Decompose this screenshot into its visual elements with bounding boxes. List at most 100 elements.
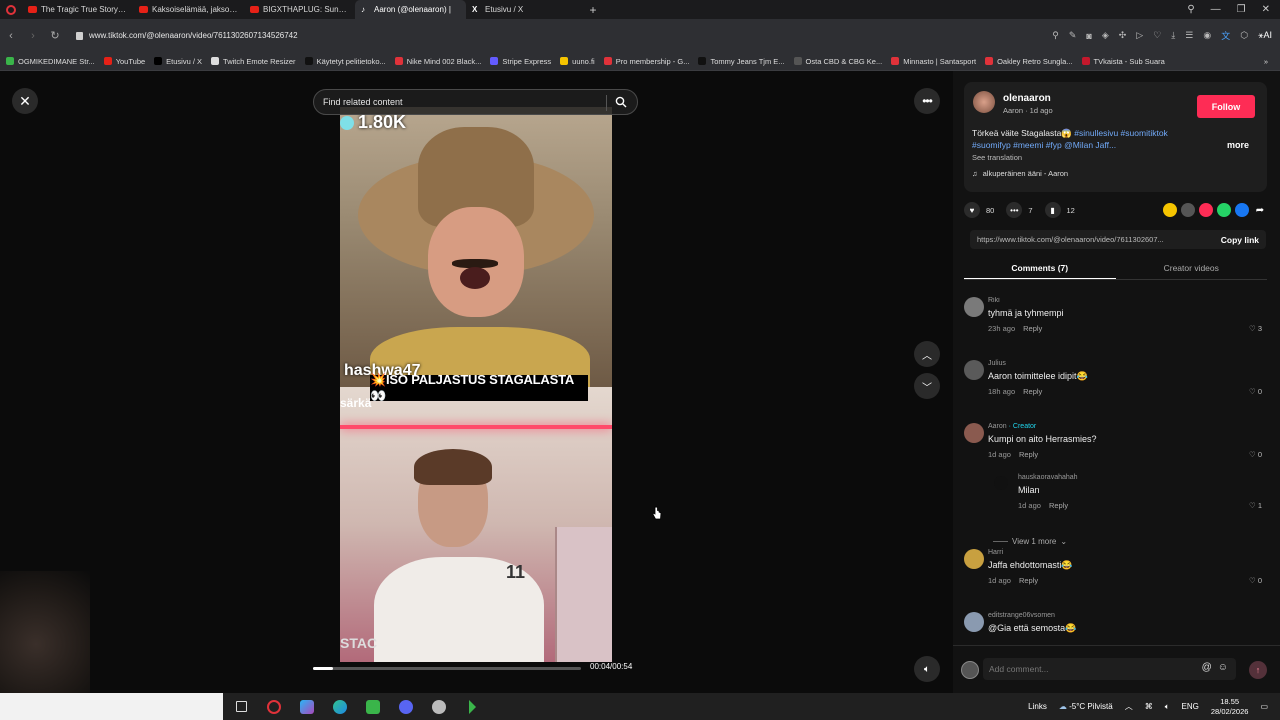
opera-logo-icon[interactable] [0,0,22,19]
camera-icon[interactable]: ◙ [1086,31,1091,41]
bookmark-item[interactable]: Etusivu / X [154,57,202,66]
music-link[interactable]: ♫ alkuperäinen ääni - Aaron [972,169,1068,178]
bookmarks-overflow-icon[interactable]: » [1264,57,1280,66]
bookmark-item[interactable]: OGMIKEDIMANE Str... [6,57,95,66]
comment-like-button[interactable]: ♡ 0 [1249,450,1262,459]
heart-icon[interactable]: ♡ [1153,30,1161,41]
comment-input[interactable]: Add comment... @ ☺ [983,658,1236,680]
minimize-button[interactable]: — [1211,4,1221,15]
avatar[interactable] [964,612,984,632]
search-icon[interactable] [615,96,627,108]
comment-username[interactable]: hauskaoravahahah [1018,474,1078,481]
bookmark-item[interactable]: Pro membership - G... [603,57,689,66]
share-option-icon[interactable] [1163,203,1177,217]
forward-share-icon[interactable]: ➦ [1253,203,1267,217]
share-option-icon[interactable] [1235,203,1249,217]
bookmark-item[interactable]: Minnasto | Santasport [891,57,976,66]
reply-button[interactable]: Reply [1019,450,1038,459]
related-search-input[interactable]: Find related content [313,89,638,115]
view-more-replies[interactable]: View 1 more ⌄ [993,537,1067,546]
reply-button[interactable]: Reply [1023,324,1042,333]
forward-button[interactable]: › [22,30,44,42]
share-option-icon[interactable] [1181,203,1195,217]
bookmark-item[interactable]: Twitch Emote Resizer [211,57,296,66]
comment-username[interactable]: editstrange06vsomen [988,612,1055,619]
comment-like-button[interactable]: ♡ 3 [1249,324,1262,333]
reply-button[interactable]: Reply [1023,387,1042,396]
discord-taskbar-icon[interactable] [394,693,418,720]
menu-icon[interactable]: ☰ [1185,30,1193,41]
search-icon[interactable]: ⚲ [1052,30,1059,41]
tab-youtube-1[interactable]: The Tragic True Story of Ju [22,0,133,19]
avatar[interactable] [994,476,1008,490]
more-link[interactable]: more [1227,140,1249,150]
speaker-icon[interactable]: 🔈︎ [1165,702,1170,712]
tab-youtube-2[interactable]: Kaksoiselämää, jakso 4 - Ul [133,0,244,19]
tab-tiktok[interactable]: ♪ Aaron (@olenaaron) | [355,0,466,19]
comment-like-button[interactable]: ♡ 1 [1249,501,1262,510]
clock[interactable]: 18.55 28/02/2026 [1211,697,1249,717]
download-icon[interactable]: ⤓ [1171,30,1175,41]
notifications-icon[interactable]: ▭ [1260,702,1268,711]
settings-taskbar-icon[interactable] [427,693,451,720]
save-button[interactable]: ▮ 12 [1044,202,1075,218]
comment-username[interactable]: Harri [988,549,1003,556]
comment-like-button[interactable]: ♡ 0 [1249,387,1262,396]
links-toolbar[interactable]: Links [1028,702,1047,711]
emoji-icon[interactable]: ☺ [1218,662,1228,673]
avatar[interactable] [964,423,984,443]
avatar[interactable] [964,360,984,380]
tab-youtube-3[interactable]: BIGXTHAPLUG: Sundae C [244,0,355,19]
bookmark-item[interactable]: YouTube [103,57,145,66]
avatar[interactable] [964,297,984,317]
terminal-taskbar-icon[interactable] [460,693,484,720]
previous-video-button[interactable]: ︿ [914,341,940,367]
reply-button[interactable]: Reply [1019,576,1038,585]
like-button[interactable]: ♥ 80 [964,202,994,218]
maximize-button[interactable]: ❐ [1237,4,1246,15]
extensions-icon[interactable]: ✣ [1119,30,1127,41]
avatar[interactable] [973,91,995,113]
tab-x[interactable]: X Etusivu / X [466,0,577,19]
next-video-button[interactable]: ﹀ [914,373,940,399]
bookmark-item[interactable]: Käytetyt pelitietoko... [304,57,386,66]
avatar[interactable] [964,549,984,569]
weather-widget[interactable]: ☁ -5°C Pilvistä [1059,702,1113,711]
profile-icon[interactable]: ◉ [1203,30,1211,41]
close-video-button[interactable]: ✕ [12,88,38,114]
more-options-button[interactable]: ••• [914,88,940,114]
opera-taskbar-icon[interactable] [262,693,286,720]
hashtags-2[interactable]: #suomifyp #meemi #fyp @Milan Jaff... [972,140,1116,150]
comment-button[interactable]: ••• 7 [1006,202,1033,218]
bookmark-item[interactable]: uuno.fi [560,57,595,66]
translate-icon[interactable]: 文 [1221,29,1230,42]
video-frame[interactable]: 11 1.80K hashwa47 särkä 💥ISO PALJASTUS S… [340,107,612,662]
tab-comments[interactable]: Comments (7) [964,258,1116,279]
cube-icon[interactable]: ⬡ [1240,30,1248,41]
task-view-icon[interactable] [229,693,253,720]
play-icon[interactable]: ▷ [1136,30,1143,41]
network-icon[interactable]: ⌘ [1145,702,1153,711]
copy-link-button[interactable]: Copy link [1221,235,1266,245]
bookmark-item[interactable]: Tommy Jeans Tjm E... [698,57,785,66]
video-progress-bar[interactable] [313,667,581,670]
back-button[interactable]: ‹ [0,30,22,42]
bookmark-item[interactable]: Osta CBD & CBG Ke... [793,57,882,66]
volume-button[interactable]: 🔈︎ [914,656,940,682]
bookmark-item[interactable]: TVkaista - Sub Suara [1081,57,1165,66]
video-player[interactable]: ✕ 11 1.80K hashwa47 särkä 💥ISO PALJASTUS… [0,71,953,693]
bookmark-item[interactable]: Nike Mind 002 Black... [394,57,481,66]
hashtags[interactable]: #sinullesivu #suomitiktok [1074,128,1168,138]
new-tab-button[interactable]: + [585,2,601,18]
language-indicator[interactable]: ENG [1182,702,1199,711]
comment-like-button[interactable]: ♡ 0 [1249,576,1262,585]
tab-creator-videos[interactable]: Creator videos [1116,258,1268,279]
bookmark-item[interactable]: Oakley Retro Sungla... [985,57,1073,66]
chat-taskbar-icon[interactable] [361,693,385,720]
close-window-button[interactable]: ✕ [1262,4,1270,15]
edge-taskbar-icon[interactable] [328,693,352,720]
bookmark-item[interactable]: Stripe Express [490,57,551,66]
share-option-icon[interactable] [1199,203,1213,217]
edit-icon[interactable]: ✎ [1069,30,1077,41]
see-translation-link[interactable]: See translation [972,153,1022,162]
